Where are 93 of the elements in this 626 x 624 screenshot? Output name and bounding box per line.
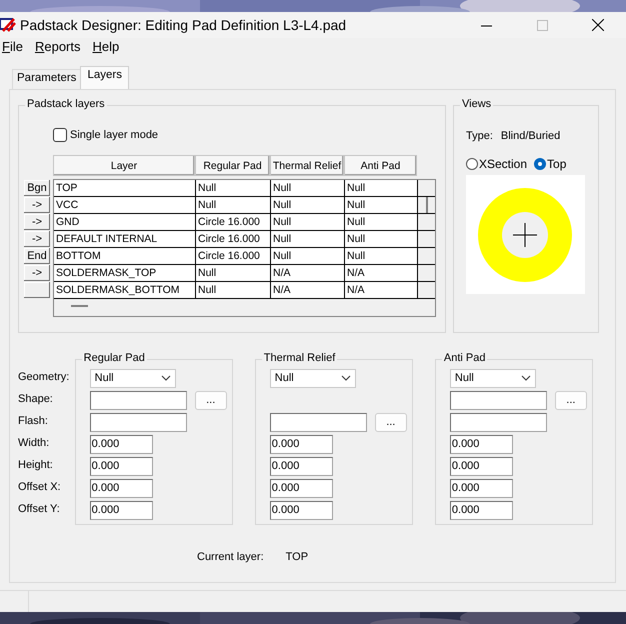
group-title: Regular Pad bbox=[82, 352, 147, 364]
current-layer-label: Current layer: bbox=[197, 551, 264, 564]
layer-marker-button[interactable]: -> bbox=[24, 231, 50, 248]
offset-y-field[interactable]: 0.000 bbox=[90, 500, 153, 520]
flash-field[interactable] bbox=[450, 412, 547, 432]
table-cell: Null bbox=[345, 180, 418, 196]
scrollbar-thumb[interactable] bbox=[71, 305, 88, 308]
field-label: Offset X: bbox=[18, 480, 62, 496]
layer-marker-button[interactable]: -> bbox=[24, 265, 50, 282]
height-field[interactable]: 0.000 bbox=[450, 456, 513, 476]
checkbox[interactable] bbox=[53, 128, 67, 142]
column-header[interactable]: Anti Pad bbox=[344, 155, 417, 176]
menu-item[interactable]: Reports bbox=[32, 39, 86, 54]
table-cell: Null bbox=[345, 248, 418, 264]
window-title: Padstack Designer: Editing Pad Definition L3-L4.pad bbox=[20, 17, 348, 33]
field-label: Geometry: bbox=[18, 370, 70, 386]
offset-x-field[interactable]: 0.000 bbox=[270, 478, 333, 498]
geometry-dropdown[interactable]: Null bbox=[450, 368, 536, 388]
table-cell: SOLDERMASK_TOP bbox=[54, 265, 196, 282]
table-cell: Null bbox=[196, 282, 271, 298]
layer-marker-button[interactable]: -> bbox=[24, 197, 50, 214]
chevron-down-icon bbox=[160, 375, 171, 382]
layer-marker-button[interactable] bbox=[24, 282, 50, 298]
table-cell: Circle 16.000 bbox=[196, 231, 271, 248]
scrollbar-thumb[interactable] bbox=[426, 197, 428, 214]
width-field[interactable]: 0.000 bbox=[450, 434, 513, 454]
tab[interactable]: Parameters bbox=[12, 69, 82, 90]
browse-button[interactable]: ... bbox=[374, 412, 407, 432]
field-label: Offset Y: bbox=[18, 502, 61, 518]
table-cell: Null bbox=[345, 197, 418, 214]
table-cell: DEFAULT INTERNAL bbox=[54, 231, 196, 248]
table-cell: VCC bbox=[54, 197, 196, 214]
table-cell: N/A bbox=[271, 282, 345, 298]
group-title: Padstack layers bbox=[25, 98, 107, 110]
table-cell: BOTTOM bbox=[54, 248, 196, 264]
browse-button[interactable]: ... bbox=[194, 390, 227, 410]
flash-field[interactable] bbox=[270, 412, 367, 432]
menu-item[interactable]: Help bbox=[90, 39, 126, 54]
checkbox-label: Single layer mode bbox=[70, 129, 158, 142]
table-cell: Null bbox=[271, 214, 345, 230]
field-label: Flash: bbox=[18, 414, 49, 430]
table-cell: TOP bbox=[54, 180, 196, 196]
height-field[interactable]: 0.000 bbox=[270, 456, 333, 476]
browse-button[interactable]: ... bbox=[554, 390, 587, 410]
height-field[interactable]: 0.000 bbox=[90, 456, 153, 476]
offset-x-field[interactable]: 0.000 bbox=[90, 478, 153, 498]
table-cell: Null bbox=[345, 214, 418, 230]
group-title: Thermal Relief bbox=[262, 352, 338, 364]
column-header[interactable]: Thermal Relief bbox=[270, 155, 344, 176]
geometry-dropdown[interactable]: Null bbox=[90, 368, 176, 388]
table-cell: SOLDERMASK_BOTTOM bbox=[54, 282, 196, 298]
table-cell: Null bbox=[271, 248, 345, 264]
table-cell: Null bbox=[196, 197, 271, 214]
chevron-down-icon bbox=[520, 375, 531, 382]
layer-marker-button[interactable]: Bgn bbox=[24, 180, 50, 196]
width-field[interactable]: 0.000 bbox=[90, 434, 153, 454]
table-cell: N/A bbox=[345, 265, 418, 282]
geometry-dropdown[interactable]: Null bbox=[270, 368, 356, 388]
menu-item[interactable]: File bbox=[0, 39, 29, 54]
field-label: Height: bbox=[18, 458, 54, 474]
chevron-down-icon bbox=[340, 375, 351, 382]
column-header[interactable]: Regular Pad bbox=[195, 155, 270, 176]
table-cell: N/A bbox=[345, 282, 418, 298]
width-field[interactable]: 0.000 bbox=[270, 434, 333, 454]
table-cell: Null bbox=[271, 180, 345, 196]
layer-marker-button[interactable]: -> bbox=[24, 214, 50, 230]
offset-y-field[interactable]: 0.000 bbox=[450, 500, 513, 520]
table-cell: Null bbox=[196, 265, 271, 282]
field-label: Shape: bbox=[18, 392, 54, 408]
type-value: Blind/Buried bbox=[500, 130, 560, 142]
field-label: Width: bbox=[18, 436, 50, 452]
table-cell: GND bbox=[54, 214, 196, 230]
table-cell: Null bbox=[196, 180, 271, 196]
table-cell: Circle 16.000 bbox=[196, 214, 271, 230]
table-cell: Circle 16.000 bbox=[196, 248, 271, 264]
tab[interactable]: Layers bbox=[80, 66, 129, 90]
layer-marker-button[interactable]: End bbox=[24, 248, 50, 264]
table-cell: Null bbox=[271, 197, 345, 214]
radio-button[interactable]: Top bbox=[534, 157, 566, 172]
table-cell: Null bbox=[345, 231, 418, 248]
table-cell: N/A bbox=[271, 265, 345, 282]
radio-button[interactable]: XSection bbox=[466, 157, 528, 172]
flash-field[interactable] bbox=[90, 412, 187, 432]
offset-x-field[interactable]: 0.000 bbox=[450, 478, 513, 498]
group-title: Views bbox=[460, 98, 494, 110]
type-label: Type: bbox=[466, 130, 493, 142]
column-header[interactable]: Layer bbox=[53, 155, 195, 176]
shape-field[interactable] bbox=[90, 390, 187, 410]
offset-y-field[interactable]: 0.000 bbox=[270, 500, 333, 520]
table-cell: Null bbox=[271, 231, 345, 248]
group-title: Anti Pad bbox=[442, 352, 488, 364]
current-layer-value: TOP bbox=[286, 551, 308, 564]
shape-field[interactable] bbox=[450, 390, 547, 410]
